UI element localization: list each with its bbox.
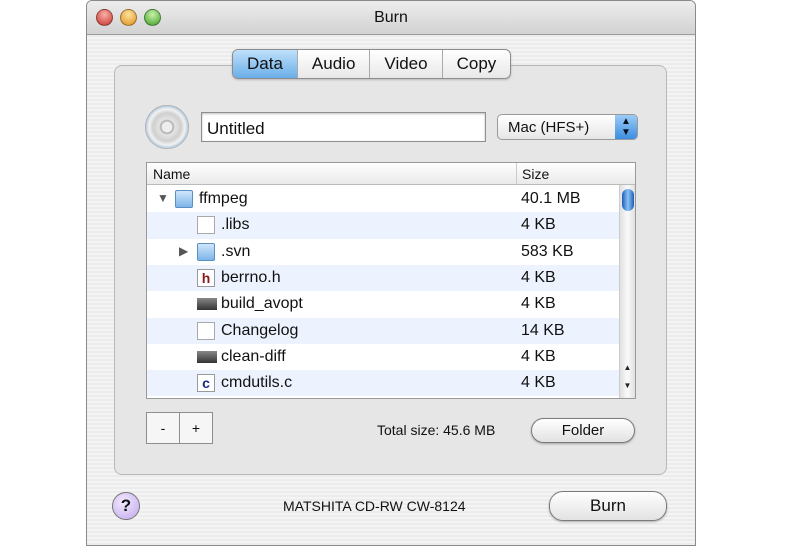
row-name: clean-diff — [221, 347, 286, 365]
vertical-scrollbar[interactable]: ▲ ▼ — [619, 185, 635, 398]
document-icon — [197, 321, 215, 340]
disclosure-triangle-collapsed-icon[interactable]: ▶ — [179, 244, 188, 258]
tab-copy[interactable]: Copy — [443, 50, 511, 78]
table-header: Name Size — [147, 163, 635, 185]
tab-video[interactable]: Video — [370, 50, 443, 78]
table-row[interactable]: h berrno.h 4 KB — [147, 264, 620, 292]
disc-name-input[interactable]: Untitled — [201, 112, 486, 142]
disc-icon — [145, 105, 189, 149]
h-file-icon: h — [197, 268, 215, 287]
document-icon — [197, 216, 215, 235]
row-name: .libs — [221, 216, 250, 234]
filesystem-select-value: Mac (HFS+) — [508, 119, 590, 136]
row-name: berrno.h — [221, 268, 281, 286]
row-name: .svn — [221, 242, 251, 260]
row-size: 4 KB — [521, 374, 556, 392]
row-size: 583 KB — [521, 242, 574, 260]
disclosure-triangle-expanded-icon[interactable]: ▼ — [157, 191, 169, 205]
row-name: ffmpeg — [199, 190, 248, 207]
burn-button[interactable]: Burn — [549, 491, 667, 521]
row-size: 4 KB — [521, 295, 556, 313]
table-row[interactable]: Changelog 14 KB — [147, 317, 620, 344]
scroll-down-arrow-icon[interactable]: ▼ — [620, 381, 635, 395]
window-title: Burn — [374, 9, 408, 26]
tab-bar: Data Audio Video Copy — [232, 49, 512, 79]
row-size: 4 KB — [521, 347, 556, 365]
total-size: Total size: 45.6 MB — [377, 422, 496, 438]
tab-audio[interactable]: Audio — [298, 50, 371, 78]
folder-icon — [197, 242, 215, 261]
row-name: build_avopt — [221, 295, 303, 313]
table-row[interactable]: c cmdutils.c 4 KB — [147, 370, 620, 397]
burn-window: Burn Data Audio Video Copy Untitled Mac … — [86, 0, 696, 546]
drive-name: MATSHITA CD-RW CW-8124 — [283, 498, 466, 514]
table-row[interactable]: ▶ .svn 583 KB — [147, 239, 620, 265]
table-row[interactable]: build_avopt 4 KB — [147, 291, 620, 317]
updown-arrows-icon: ▲ ▼ — [615, 115, 637, 139]
column-header-name[interactable]: Name — [153, 166, 190, 182]
folder-icon — [175, 190, 193, 208]
row-name: Changelog — [221, 321, 299, 339]
add-remove-control: - + — [146, 412, 213, 444]
remove-button[interactable]: - — [147, 413, 180, 443]
row-size: 40.1 MB — [521, 190, 581, 207]
title-bar[interactable]: Burn — [87, 1, 695, 35]
filesystem-select[interactable]: Mac (HFS+) ▲ ▼ — [497, 114, 638, 140]
column-header-size[interactable]: Size — [516, 163, 549, 184]
table-row[interactable]: ▼ ffmpeg 40.1 MB — [147, 186, 620, 212]
executable-icon — [197, 298, 217, 311]
c-file-icon: c — [197, 374, 215, 393]
add-button[interactable]: + — [180, 413, 212, 443]
folder-button[interactable]: Folder — [531, 418, 635, 443]
table-body: ▼ ffmpeg 40.1 MB .libs 4 KB ▶ .svn 583 KB h berrn… — [147, 186, 620, 398]
file-table: Name Size ▼ ffmpeg 40.1 MB .libs 4 KB ▶ .svn 58… — [146, 162, 636, 399]
row-name: cmdutils.c — [221, 374, 293, 392]
scroll-up-arrow-icon[interactable]: ▲ — [620, 363, 635, 377]
executable-icon — [197, 350, 217, 363]
scrollbar-thumb[interactable] — [622, 189, 634, 211]
table-row[interactable]: clean-diff 4 KB — [147, 344, 620, 370]
tab-data[interactable]: Data — [233, 50, 298, 78]
row-size: 14 KB — [521, 321, 565, 339]
help-button[interactable]: ? — [112, 492, 140, 520]
table-row[interactable]: .libs 4 KB — [147, 212, 620, 239]
row-size: 4 KB — [521, 268, 556, 286]
row-size: 4 KB — [521, 216, 556, 234]
